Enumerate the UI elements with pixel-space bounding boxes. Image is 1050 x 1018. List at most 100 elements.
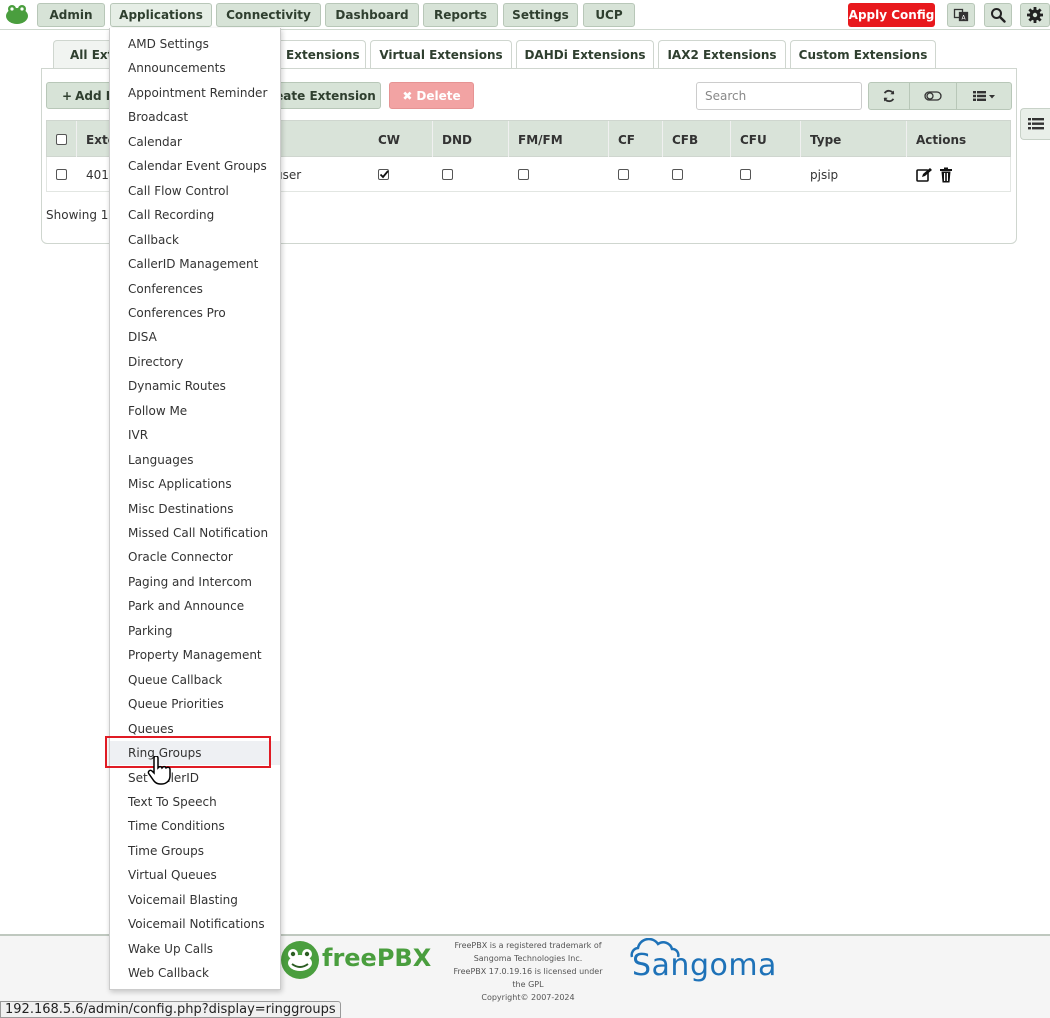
menu-item-text-to-speech[interactable]: Text To Speech bbox=[110, 790, 280, 814]
toggle-button[interactable] bbox=[909, 82, 957, 110]
freepbx-logo-icon bbox=[281, 941, 319, 979]
menu-item-dynamic-routes[interactable]: Dynamic Routes bbox=[110, 374, 280, 398]
menu-item-parking[interactable]: Parking bbox=[110, 619, 280, 643]
menu-item-oracle-connector[interactable]: Oracle Connector bbox=[110, 545, 280, 569]
cell-cfb bbox=[663, 157, 731, 192]
fmfm-checkbox[interactable] bbox=[518, 169, 529, 180]
menu-item-time-conditions[interactable]: Time Conditions bbox=[110, 814, 280, 838]
menu-item-misc-destinations[interactable]: Misc Destinations bbox=[110, 497, 280, 521]
menu-item-time-groups[interactable]: Time Groups bbox=[110, 839, 280, 863]
header-cw[interactable]: CW bbox=[369, 121, 433, 158]
header-dnd[interactable]: DND bbox=[433, 121, 509, 158]
nav-ucp[interactable]: UCP bbox=[583, 3, 635, 27]
search-input[interactable] bbox=[696, 82, 862, 110]
legal-text: FreePBX is a registered trademark of San… bbox=[453, 941, 603, 1002]
header-type[interactable]: Type bbox=[801, 121, 907, 158]
settings-button[interactable] bbox=[1020, 3, 1050, 27]
nav-connectivity[interactable]: Connectivity bbox=[216, 3, 321, 27]
menu-item-voicemail-notifications[interactable]: Voicemail Notifications bbox=[110, 912, 280, 936]
menu-item-queue-priorities[interactable]: Queue Priorities bbox=[110, 692, 280, 716]
cell-name: user bbox=[275, 167, 302, 182]
trash-icon[interactable] bbox=[939, 167, 953, 183]
columns-button[interactable] bbox=[956, 82, 1012, 110]
menu-item-follow-me[interactable]: Follow Me bbox=[110, 399, 280, 423]
menu-item-announcements[interactable]: Announcements bbox=[110, 56, 280, 80]
apply-config-button[interactable]: Apply Config bbox=[848, 3, 935, 27]
cell-dnd bbox=[433, 157, 509, 192]
menu-item-disa[interactable]: DISA bbox=[110, 325, 280, 349]
menu-item-park-and-announce[interactable]: Park and Announce bbox=[110, 594, 280, 618]
refresh-button[interactable] bbox=[868, 82, 910, 110]
search-icon bbox=[991, 8, 1006, 23]
side-list-toggle[interactable] bbox=[1020, 108, 1050, 140]
select-all-checkbox[interactable] bbox=[56, 134, 67, 145]
checked-checkbox-icon[interactable] bbox=[378, 168, 390, 181]
menu-item-calendar[interactable]: Calendar bbox=[110, 130, 280, 154]
cfb-checkbox[interactable] bbox=[672, 169, 683, 180]
menu-item-appointment-reminder[interactable]: Appointment Reminder bbox=[110, 81, 280, 105]
nav-applications[interactable]: Applications bbox=[110, 3, 212, 27]
menu-item-conferences[interactable]: Conferences bbox=[110, 277, 280, 301]
delete-button[interactable]: ✖ Delete bbox=[389, 82, 474, 109]
plus-icon: + bbox=[62, 88, 73, 103]
menu-item-languages[interactable]: Languages bbox=[110, 448, 280, 472]
menu-item-conferences-pro[interactable]: Conferences Pro bbox=[110, 301, 280, 325]
menu-item-amd-settings[interactable]: AMD Settings bbox=[110, 32, 280, 56]
tab-pjsip-extensions[interactable]: ] Extensions bbox=[270, 40, 366, 68]
menu-item-directory[interactable]: Directory bbox=[110, 350, 280, 374]
header-cfb[interactable]: CFB bbox=[663, 121, 731, 158]
tab-custom-extensions[interactable]: Custom Extensions bbox=[790, 40, 936, 68]
times-icon: ✖ bbox=[402, 88, 413, 103]
header-cf[interactable]: CF bbox=[609, 121, 663, 158]
header-actions: Actions bbox=[916, 132, 967, 147]
menu-item-misc-applications[interactable]: Misc Applications bbox=[110, 472, 280, 496]
menu-item-web-callback[interactable]: Web Callback bbox=[110, 961, 280, 985]
menu-item-missed-call-notification[interactable]: Missed Call Notification bbox=[110, 521, 280, 545]
add-extension-button[interactable]: + Add E bbox=[46, 82, 116, 109]
nav-settings[interactable]: Settings bbox=[503, 3, 578, 27]
menu-item-calendar-event-groups[interactable]: Calendar Event Groups bbox=[110, 154, 280, 178]
showing-count-text: Showing 1 t bbox=[46, 208, 117, 222]
freepbx-brand-text: freePBX bbox=[322, 944, 432, 972]
menu-item-wake-up-calls[interactable]: Wake Up Calls bbox=[110, 937, 280, 961]
gear-icon bbox=[1027, 7, 1043, 23]
tab-dahdi-extensions[interactable]: DAHDi Extensions bbox=[516, 40, 654, 68]
cell-fmfm bbox=[509, 157, 609, 192]
menu-item-callback[interactable]: Callback bbox=[110, 228, 280, 252]
menu-item-ivr[interactable]: IVR bbox=[110, 423, 280, 447]
applications-dropdown-menu: AMD Settings Announcements Appointment Rem… bbox=[109, 28, 281, 990]
menu-item-queue-callback[interactable]: Queue Callback bbox=[110, 668, 280, 692]
menu-item-set-callerid[interactable]: Set CallerID bbox=[110, 766, 280, 790]
edit-icon[interactable] bbox=[916, 167, 934, 183]
tab-virtual-extensions[interactable]: Virtual Extensions bbox=[370, 40, 512, 68]
menu-item-broadcast[interactable]: Broadcast bbox=[110, 105, 280, 129]
translate-icon: A bbox=[953, 8, 969, 21]
header-cfu[interactable]: CFU bbox=[731, 121, 801, 158]
cfu-checkbox[interactable] bbox=[740, 169, 751, 180]
menu-item-paging-and-intercom[interactable]: Paging and Intercom bbox=[110, 570, 280, 594]
menu-item-virtual-queues[interactable]: Virtual Queues bbox=[110, 863, 280, 887]
menu-item-voicemail-blasting[interactable]: Voicemail Blasting bbox=[110, 888, 280, 912]
menu-item-callerid-management[interactable]: CallerID Management bbox=[110, 252, 280, 276]
menu-item-call-flow-control[interactable]: Call Flow Control bbox=[110, 179, 280, 203]
select-all-cell bbox=[47, 121, 77, 158]
dnd-checkbox[interactable] bbox=[442, 169, 453, 180]
tab-iax2-extensions[interactable]: IAX2 Extensions bbox=[658, 40, 786, 68]
nav-dashboard[interactable]: Dashboard bbox=[325, 3, 419, 27]
row-checkbox[interactable] bbox=[56, 169, 67, 180]
row-select-cell bbox=[47, 157, 77, 192]
search-button[interactable] bbox=[984, 3, 1012, 27]
sangoma-brand-text: Sangoma bbox=[632, 948, 777, 983]
freepbx-logo-icon[interactable] bbox=[4, 3, 30, 25]
menu-item-call-recording[interactable]: Call Recording bbox=[110, 203, 280, 227]
nav-reports[interactable]: Reports bbox=[423, 3, 498, 27]
cf-checkbox[interactable] bbox=[618, 169, 629, 180]
menu-item-property-management[interactable]: Property Management bbox=[110, 643, 280, 667]
language-button[interactable]: A bbox=[947, 3, 975, 27]
nav-admin[interactable]: Admin bbox=[37, 3, 105, 27]
list-icon bbox=[1027, 118, 1044, 130]
quick-create-extension-button[interactable]: eate Extension bbox=[270, 82, 381, 109]
header-fmfm[interactable]: FM/FM bbox=[509, 121, 609, 158]
toggle-icon bbox=[924, 91, 942, 101]
status-bar-url: 192.168.5.6/admin/config.php?display=rin… bbox=[0, 1001, 341, 1018]
